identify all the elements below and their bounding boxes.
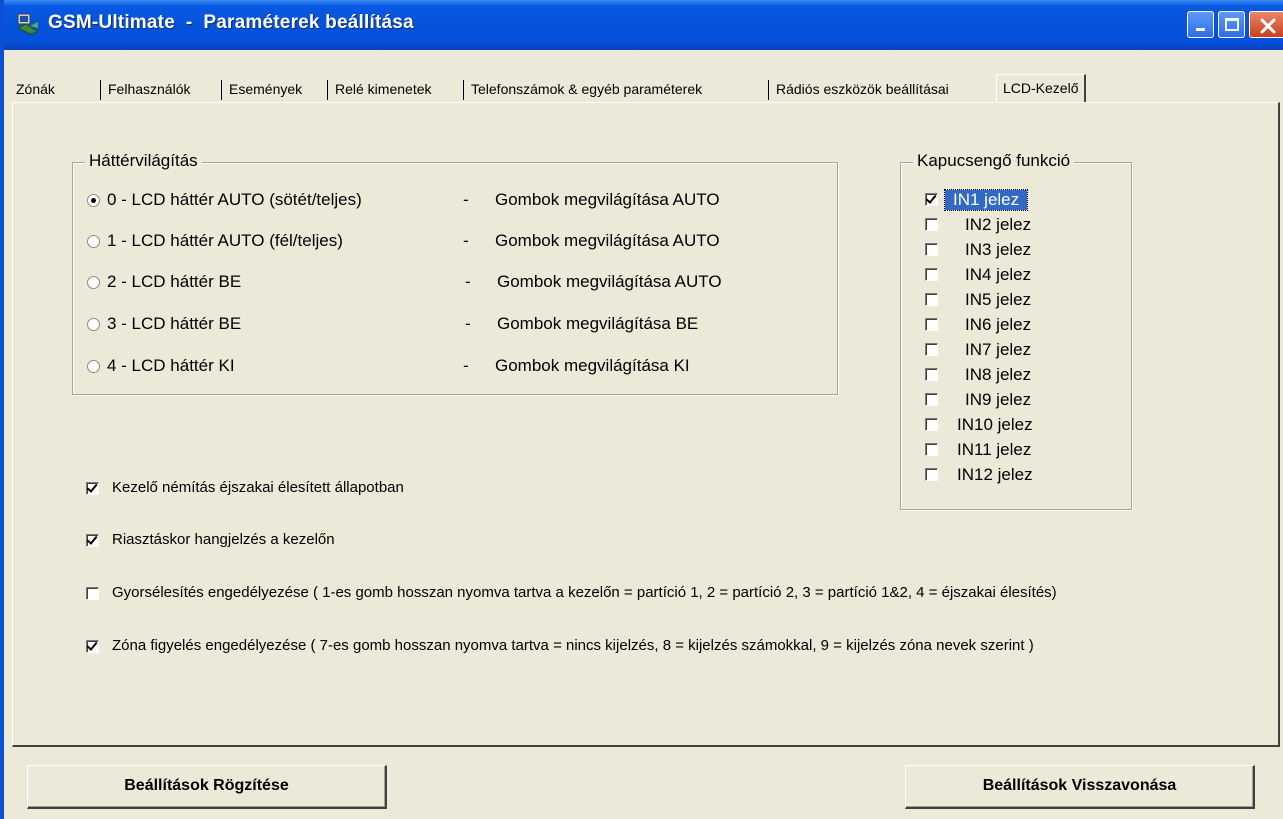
lcd-label: 4 - LCD háttér KI (107, 356, 235, 375)
doorbell-group-title: Kapucsengő funkció (913, 151, 1075, 171)
tab-lcd-kezelo[interactable]: LCD-Kezelő (996, 74, 1087, 102)
doorbell-item-label: IN4 jelez (965, 265, 1032, 284)
checkbox[interactable] (925, 293, 938, 306)
backlight-group-title: Háttérvilágítás (85, 151, 202, 171)
backlight-option-0[interactable]: 0 - LCD háttér AUTO (sötét/teljes) - Gom… (87, 189, 827, 213)
buttons-label: Gombok megvilágítása KI (495, 356, 690, 375)
tab-esemenyek[interactable]: Események (225, 78, 306, 100)
checkbox[interactable] (925, 393, 938, 406)
tab-separator (221, 80, 222, 100)
radio-button[interactable] (87, 194, 100, 207)
checkbox[interactable] (925, 468, 938, 481)
checkbox[interactable] (925, 218, 938, 231)
checkbox[interactable] (925, 418, 938, 431)
checkbox[interactable] (925, 368, 938, 381)
lcd-label: 3 - LCD háttér BE (107, 314, 242, 333)
window-title: GSM-Ultimate - Paraméterek beállítása (48, 12, 414, 33)
tab-separator (327, 80, 328, 100)
doorbell-item-label: IN6 jelez (965, 315, 1032, 334)
option-label: Zóna figyelés engedélyezése ( 7-es gomb … (112, 637, 1034, 654)
separator-dash: - (463, 190, 469, 209)
separator-dash: - (463, 356, 469, 375)
maximize-icon (1225, 18, 1239, 31)
tab-zonak[interactable]: Zónák (12, 78, 59, 100)
radio-button[interactable] (87, 360, 100, 373)
separator-dash: - (465, 272, 471, 291)
backlight-group: Háttérvilágítás 0 - LCD háttér AUTO (söt… (72, 151, 838, 395)
separator-dash: - (463, 231, 469, 250)
checkbox[interactable] (925, 268, 938, 281)
close-icon (1260, 18, 1276, 34)
checkbox[interactable] (925, 243, 938, 256)
backlight-option-2[interactable]: 2 - LCD háttér BE - Gombok megvilágítása… (87, 271, 827, 295)
doorbell-item-label: IN5 jelez (965, 290, 1032, 309)
option-label: Kezelő némítás éjszakai élesített állapo… (112, 479, 404, 496)
separator-dash: - (465, 314, 471, 333)
checkbox[interactable] (925, 318, 938, 331)
buttons-label: Gombok megvilágítása BE (497, 314, 699, 333)
title-bar[interactable]: GSM-Ultimate - Paraméterek beállítása (4, 0, 1283, 50)
doorbell-item-label: IN11 jelez (957, 440, 1032, 459)
backlight-option-4[interactable]: 4 - LCD háttér KI - Gombok megvilágítása… (87, 355, 827, 379)
tab-radios-eszkozok[interactable]: Rádiós eszközök beállításai (772, 78, 953, 100)
lcd-label: 1 - LCD háttér AUTO (fél/teljes) (107, 231, 343, 250)
checkbox[interactable] (925, 443, 938, 456)
tab-separator (463, 80, 464, 100)
doorbell-item-label: IN9 jelez (965, 390, 1032, 409)
checkbox[interactable] (86, 640, 99, 653)
radio-button[interactable] (87, 276, 100, 289)
close-button[interactable] (1249, 11, 1283, 38)
app-icon (16, 12, 40, 36)
tab-separator (100, 80, 101, 100)
doorbell-group: Kapucsengő funkció IN1 jelez IN2 jelez I… (900, 151, 1132, 510)
radio-button[interactable] (87, 235, 100, 248)
doorbell-item-label: IN3 jelez (965, 240, 1032, 259)
buttons-label: Gombok megvilágítása AUTO (497, 272, 722, 291)
minimize-icon (1196, 28, 1205, 31)
checkbox[interactable] (86, 534, 99, 547)
doorbell-item-label: IN1 jelez (943, 189, 1029, 211)
checkbox[interactable] (86, 482, 99, 495)
doorbell-item-label: IN7 jelez (965, 340, 1032, 359)
buttons-label: Gombok megvilágítása AUTO (495, 190, 720, 209)
doorbell-item-label: IN12 jelez (957, 465, 1033, 484)
maximize-button[interactable] (1218, 11, 1245, 38)
tab-felhasznalok[interactable]: Felhasználók (104, 78, 195, 100)
save-settings-button[interactable]: Beállítások Rögzítése (27, 765, 387, 809)
backlight-option-1[interactable]: 1 - LCD háttér AUTO (fél/teljes) - Gombo… (87, 230, 827, 254)
backlight-option-3[interactable]: 3 - LCD háttér BE - Gombok megvilágítása… (87, 313, 827, 337)
tab-bar: Zónák Felhasználók Események Relé kimene… (12, 74, 1282, 104)
tab-telefonszamok[interactable]: Telefonszámok & egyéb paraméterek (467, 78, 706, 100)
revert-settings-button[interactable]: Beállítások Visszavonása (905, 765, 1255, 809)
app-window: GSM-Ultimate - Paraméterek beállítása Zó… (0, 0, 1283, 819)
tab-rele-kimenetek[interactable]: Relé kimenetek (331, 78, 436, 100)
lcd-label: 0 - LCD háttér AUTO (sötét/teljes) (107, 190, 362, 209)
option-label: Gyorsélesítés engedélyezése ( 1-es gomb … (112, 584, 1057, 601)
minimize-button[interactable] (1187, 11, 1214, 38)
doorbell-item-label: IN10 jelez (957, 415, 1033, 434)
tab-separator (768, 80, 769, 100)
doorbell-item-label: IN8 jelez (965, 365, 1032, 384)
checkbox[interactable] (925, 343, 938, 356)
radio-button[interactable] (87, 318, 100, 331)
doorbell-item-label: IN2 jelez (965, 215, 1032, 234)
checkbox[interactable] (925, 193, 938, 206)
option-label: Riasztáskor hangjelzés a kezelőn (112, 531, 335, 548)
lcd-label: 2 - LCD háttér BE (107, 272, 242, 291)
buttons-label: Gombok megvilágítása AUTO (495, 231, 720, 250)
checkbox[interactable] (86, 587, 99, 600)
